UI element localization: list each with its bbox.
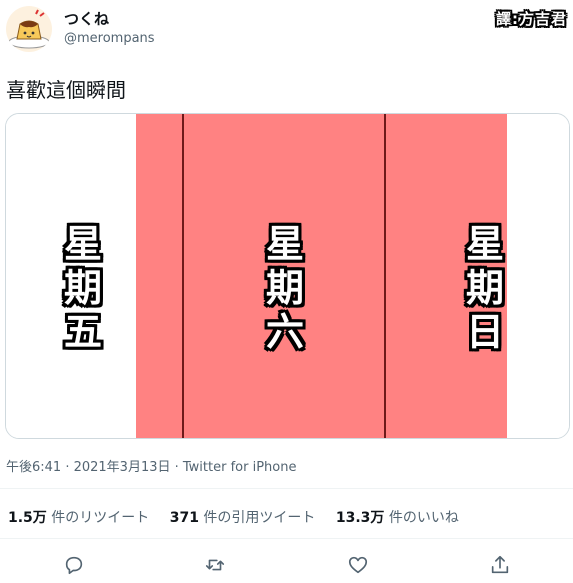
media-divider-left (182, 114, 184, 438)
translator-badge: 譯:方吉君 (496, 10, 567, 28)
likes-label: 件のいいね (388, 510, 459, 526)
share-button[interactable] (487, 552, 513, 578)
retweets-label: 件のリツイート (51, 510, 150, 526)
day-label-sunday: 星 期 日 (455, 222, 515, 354)
like-icon (348, 556, 368, 574)
like-button[interactable] (345, 552, 371, 578)
day-label-sunday-text: 星 期 日 (465, 222, 504, 354)
share-icon (491, 555, 509, 574)
retweets-stat[interactable]: 1.5万 件のリツイート (8, 510, 149, 526)
quotes-label: 件の引用ツイート (203, 510, 316, 526)
day-label-saturday: 星 期 六 (255, 222, 315, 354)
divider (0, 538, 573, 539)
retweet-button[interactable] (202, 552, 228, 578)
tweet-timestamp[interactable]: 午後6:41 · 2021年3月13日 · Twitter for iPhone (6, 456, 296, 475)
quotes-count: 371 (169, 510, 199, 526)
tweet-media[interactable]: 星 期 五 星 期 六 星 期 日 (5, 113, 570, 439)
user-handle[interactable]: @merompans (64, 31, 155, 46)
reply-icon (65, 556, 83, 575)
media-panel-highlight (136, 114, 507, 438)
likes-count: 13.3万 (335, 510, 385, 526)
media-divider-right (384, 114, 386, 438)
engagement-stats: 1.5万 件のリツイート 371 件の引用ツイート 13.3万 件のいいね (8, 507, 475, 527)
retweet-icon (205, 559, 225, 571)
day-label-friday-text: 星 期 五 (63, 222, 102, 354)
pudding-icon (8, 9, 50, 49)
day-label-saturday-text: 星 期 六 (265, 222, 304, 354)
day-label-friday: 星 期 五 (53, 222, 113, 354)
quotes-stat[interactable]: 371 件の引用ツイート (170, 510, 316, 526)
likes-stat[interactable]: 13.3万 件のいいね (336, 510, 459, 526)
retweets-count: 1.5万 (8, 510, 47, 526)
avatar[interactable] (6, 6, 52, 52)
media-panel-white-right (507, 114, 569, 438)
tweet-text: 喜歡這個瞬間 (6, 78, 126, 102)
reply-button[interactable] (61, 552, 87, 578)
display-name[interactable]: つくね (64, 8, 109, 29)
divider (0, 488, 573, 489)
